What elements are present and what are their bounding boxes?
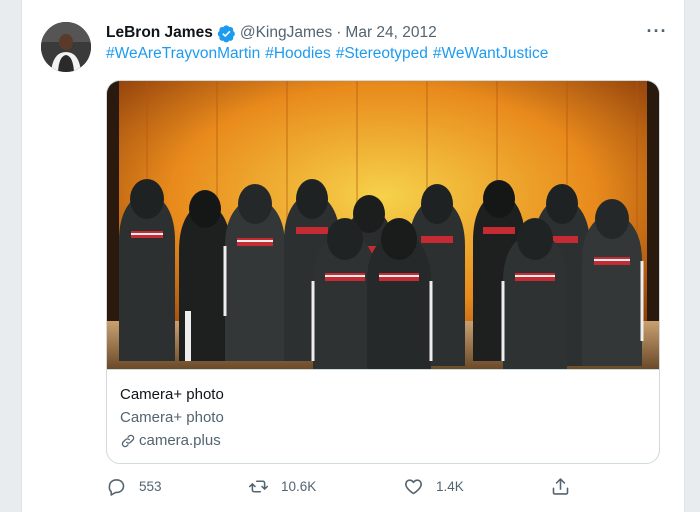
card-text: Camera+ photo Camera+ photo camera.plus [120,383,224,452]
hashtag-link[interactable]: #WeWantJustice [433,45,548,62]
tweet-card[interactable]: LeBron James @KingJames · Mar 24, 2012 ·… [21,0,685,512]
like-count: 1.4K [436,479,464,494]
more-options-icon[interactable]: ··· [644,20,670,42]
author-name[interactable]: LeBron James [106,24,213,42]
card-title: Camera+ photo [120,386,224,403]
retweet-icon [248,480,269,493]
action-bar: 553 10.6K 1.4K [106,476,576,500]
avatar-image [41,22,91,72]
share-icon [552,478,569,495]
retweet-count: 10.6K [281,479,317,494]
like-icon [405,479,422,495]
link-card[interactable]: Camera+ photo Camera+ photo camera.plus [106,80,660,464]
header-separator: · [336,24,342,41]
card-photo[interactable] [107,81,659,370]
hashtag-link[interactable]: #WeAreTrayvonMartin [106,45,260,62]
retweet-button[interactable]: 10.6K [248,476,316,497]
tweet-header: LeBron James @KingJames · Mar 24, 2012 [106,22,437,44]
reply-icon [108,479,125,496]
card-link[interactable]: camera.plus [120,429,224,452]
verified-badge-icon [217,24,235,42]
share-button[interactable] [550,476,583,497]
reply-count: 553 [139,479,162,494]
tweet-text: #WeAreTrayvonMartin #Hoodies #Stereotyped #… [106,45,553,63]
like-button[interactable]: 1.4K [403,476,464,497]
card-domain[interactable]: camera.plus [139,429,221,452]
link-icon [121,434,135,447]
reply-button[interactable]: 553 [106,476,162,497]
tweet-date[interactable]: Mar 24, 2012 [345,24,436,42]
author-handle[interactable]: @KingJames [240,24,332,42]
hashtag-link[interactable]: #Hoodies [265,45,331,62]
card-description: Camera+ photo [120,409,224,426]
avatar[interactable] [41,22,91,72]
hashtag-link[interactable]: #Stereotyped [336,45,428,62]
